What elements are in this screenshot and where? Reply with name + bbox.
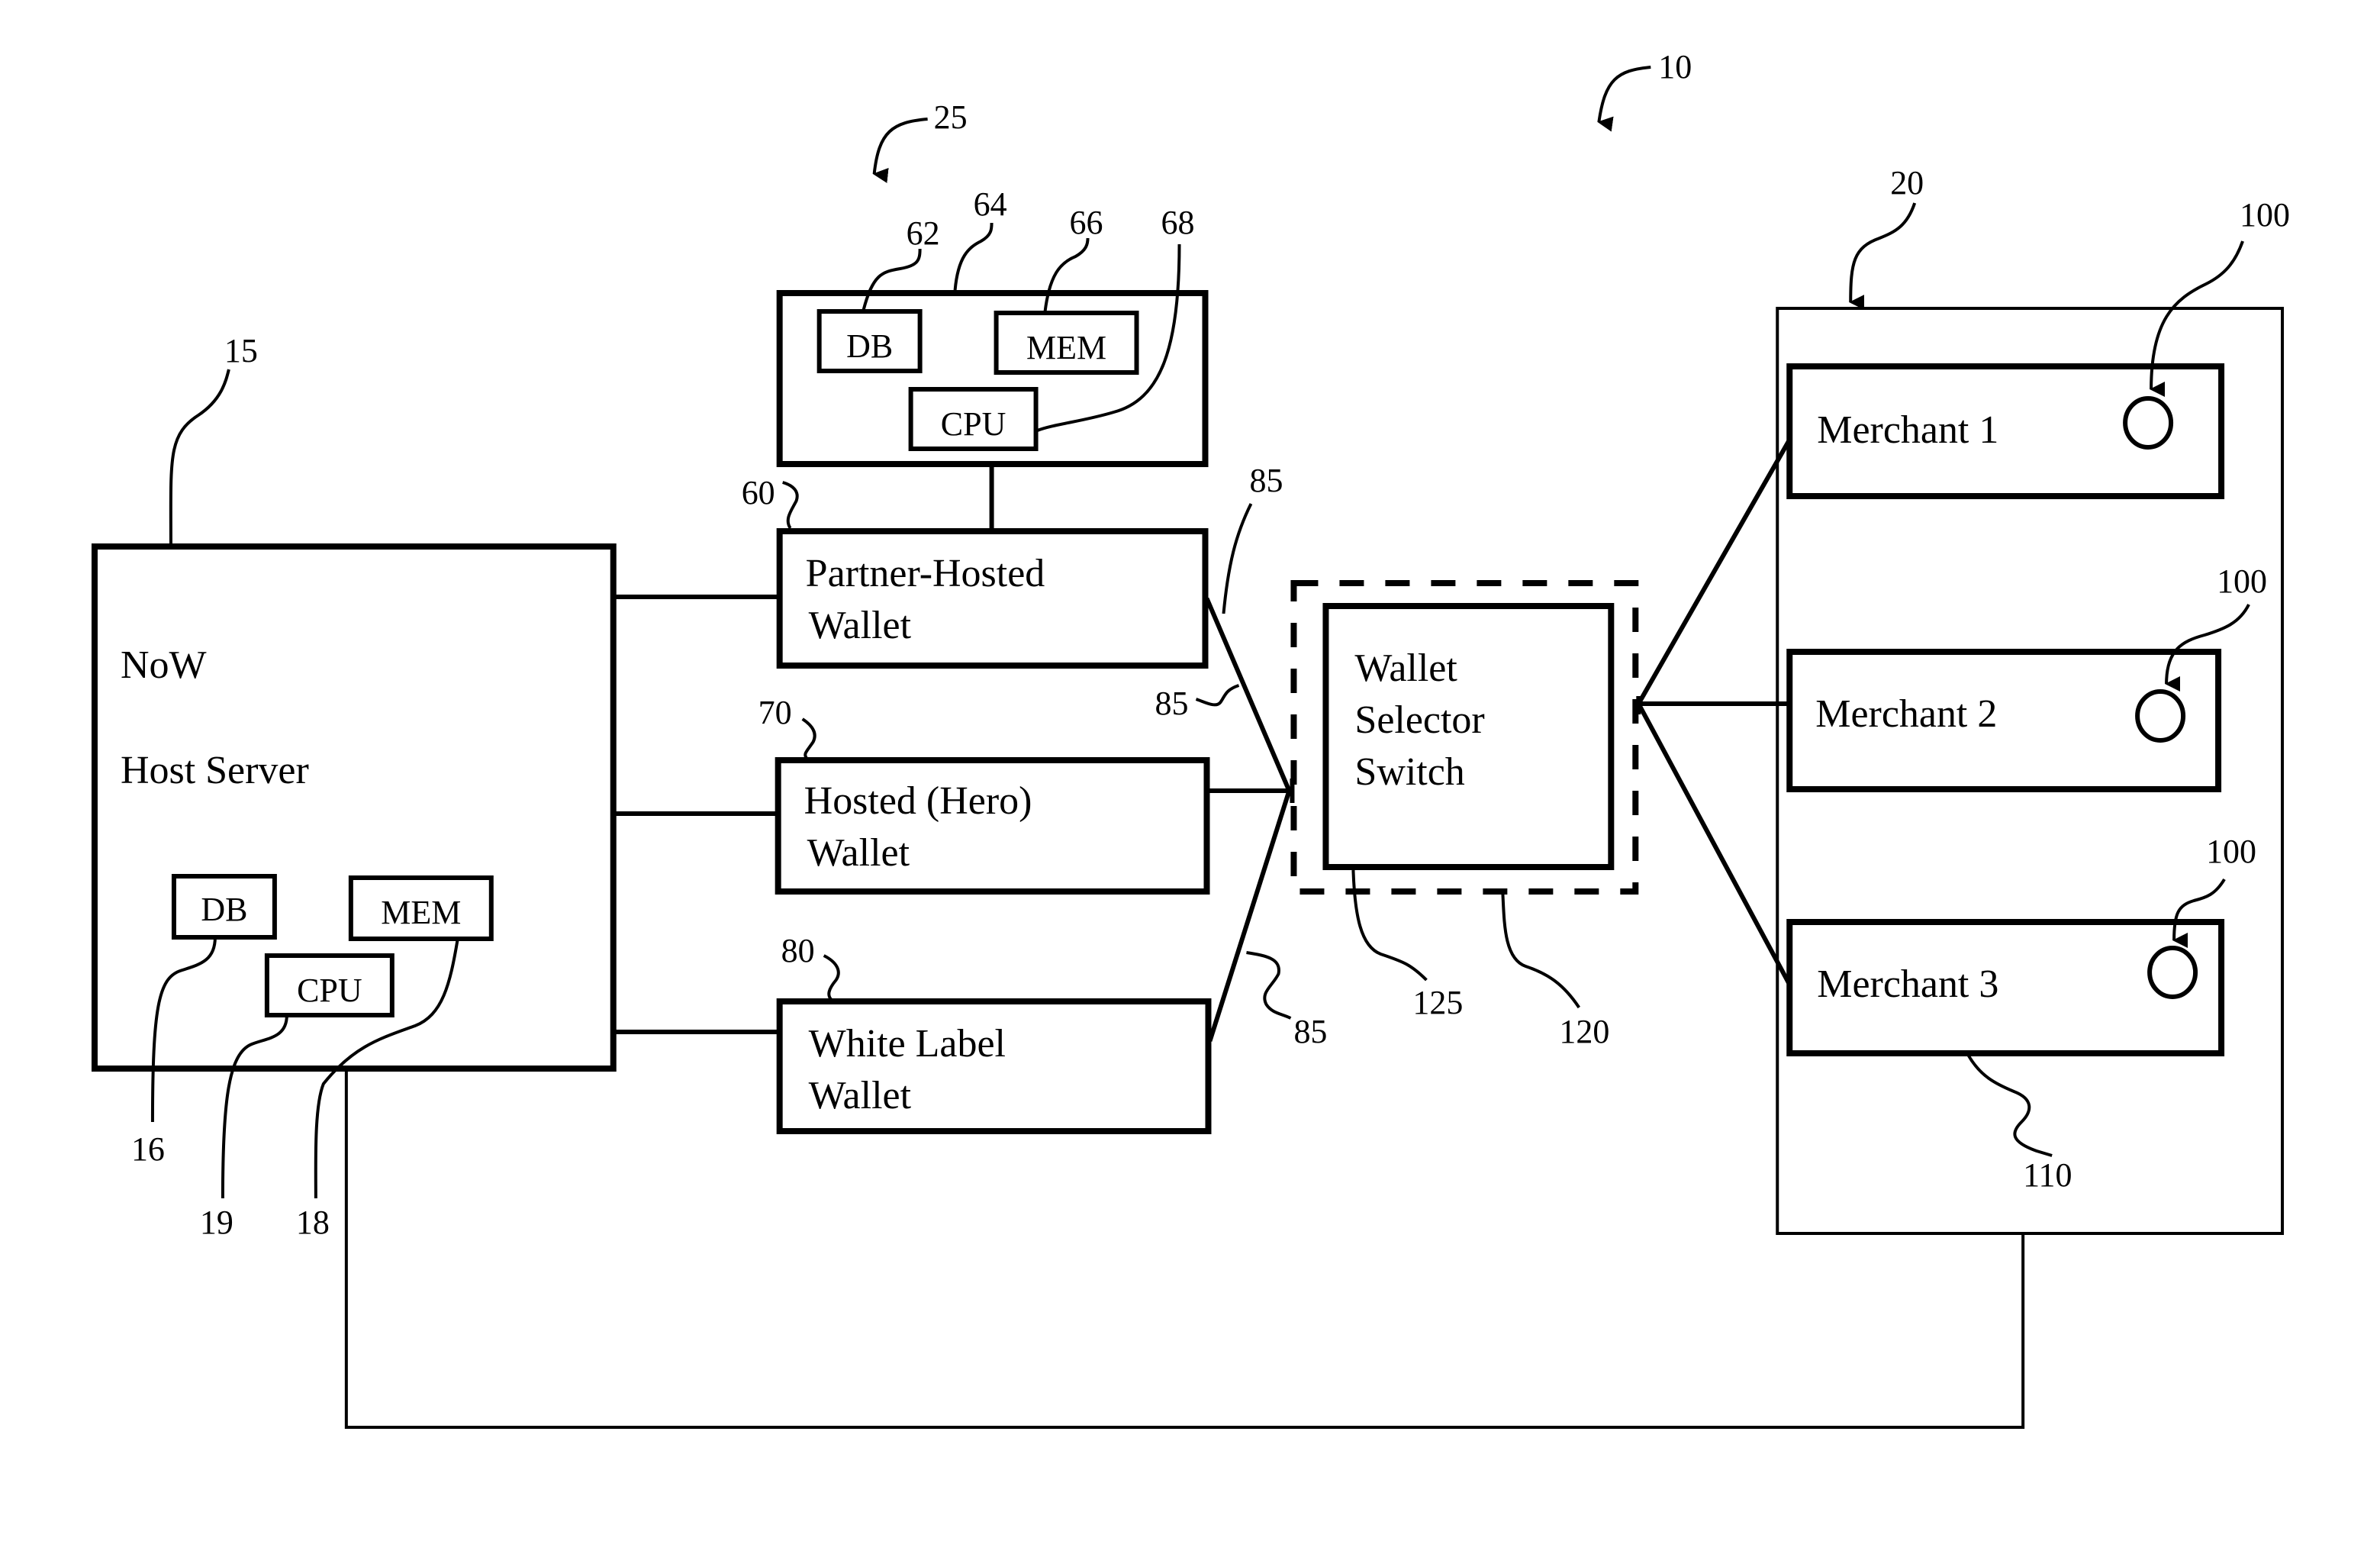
wallet-hosted-hero[interactable]: Hosted (Hero) Wallet 70 [758,694,1210,895]
selector-outer-ref: 120 [1559,1013,1609,1050]
connection-ref: 85 [1155,685,1189,722]
wallet-partner-hosted[interactable]: Partner-Hosted Wallet 60 [742,474,1209,669]
partner-server-ref: 64 [974,185,1007,223]
connection-line [1204,597,1292,792]
wallet-ref: 70 [758,694,792,731]
connection-line [1636,438,1792,705]
host-mem-ref: 18 [296,1204,330,1241]
host-db-ref: 16 [131,1130,165,1168]
leader-line [782,481,799,530]
host-mem-label: MEM [381,894,461,931]
button-ref: 100 [2240,196,2290,234]
ref-label: 25 [934,98,968,136]
merchants-group-ref: 20 [1890,164,1924,202]
selector-label-3: Switch [1354,750,1464,794]
wallet-label-1: Partner-Hosted [806,552,1045,595]
merchant-2[interactable]: Merchant 2 100 [1786,563,2267,792]
selector-label-1: Wallet [1354,646,1457,690]
connection-ref: 85 [1293,1013,1327,1050]
button-ref: 100 [2217,563,2267,600]
wallet-label-2: Wallet [809,1074,912,1117]
leader-line [953,222,994,291]
connection-line [1636,702,1792,986]
leader-line [1966,1054,2053,1157]
wallet-label-1: White Label [809,1022,1006,1066]
ref-arrow-icon [872,118,928,183]
leader-line [169,369,230,546]
partner-system-ref-25: 25 [872,98,968,183]
ref-arrow-icon [1849,202,1917,311]
partner-cpu-label: CPU [941,405,1006,443]
ref-label: 10 [1658,48,1692,85]
connection-ref: 85 [1249,462,1283,499]
partner-server[interactable]: 64 DB MEM CPU 62 66 68 [776,185,1209,467]
leader-line [1195,684,1240,707]
merchant-label: Merchant 2 [1815,692,1997,736]
partner-mem-label: MEM [1026,329,1106,366]
leader-line [1246,951,1292,1020]
host-server-title-1: NoW [121,643,207,687]
leader-line [823,954,840,1001]
system-diagram: 10 25 NoW Host Server 15 DB MEM CPU 16 1… [91,48,2290,1429]
merchant-label: Merchant 3 [1817,962,1998,1006]
leader-line [1222,503,1253,614]
wallet-label-2: Wallet [809,604,912,647]
wallet-label-1: Hosted (Hero) [804,779,1032,823]
merchant-1[interactable]: Merchant 1 100 [1786,196,2290,499]
merchants-group: 20 Merchant 1 100 Merchant 2 100 Merchan… [1776,164,2290,1235]
connection-line [1207,790,1292,1042]
partner-cpu-ref: 68 [1161,204,1195,241]
host-server-ref: 15 [224,332,258,369]
partner-mem-ref: 66 [1070,204,1103,241]
wallet-white-label[interactable]: White Label Wallet 80 [776,932,1212,1134]
merchant-ref: 110 [2023,1156,2072,1194]
host-server-title-2: Host Server [121,749,309,792]
wallet-selector[interactable]: Wallet Selector Switch 125 120 [1290,580,1639,1050]
wallet-ref: 60 [742,474,775,511]
host-cpu-ref: 19 [200,1204,233,1241]
host-cpu-label: CPU [297,972,362,1009]
wallet-label-2: Wallet [807,831,910,875]
leader-line [1351,869,1428,982]
merchant-3[interactable]: Merchant 3 100 [1786,833,2256,1056]
host-db-label: DB [201,891,247,928]
merchant-label: Merchant 1 [1817,408,1998,452]
wallet-ref: 80 [781,932,815,969]
selector-inner-ref: 125 [1412,984,1463,1021]
partner-db-ref: 62 [907,214,940,252]
selector-merchant-connections [1636,438,1792,986]
button-ref: 100 [2206,833,2256,870]
system-ref-10: 10 [1597,48,1692,132]
partner-db-label: DB [846,327,893,365]
selector-label-2: Selector [1354,698,1484,742]
host-server[interactable]: NoW Host Server 15 DB MEM CPU 16 19 18 [91,332,617,1241]
leader-line [1501,892,1580,1009]
leader-line [801,717,816,760]
ref-arrow-icon [1597,66,1651,132]
